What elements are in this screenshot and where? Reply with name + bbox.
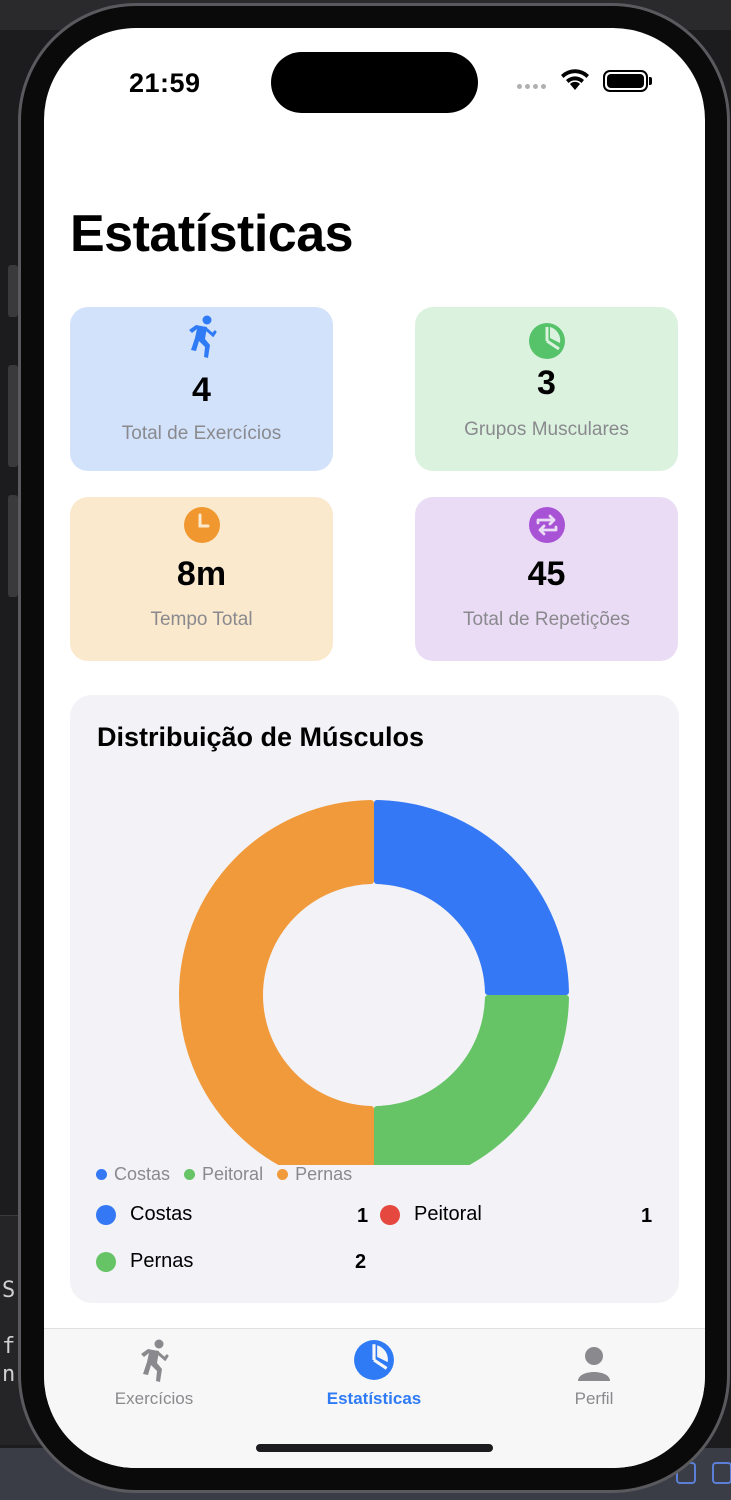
running-figure-icon — [141, 1339, 169, 1382]
cellular-signal-icon — [517, 84, 546, 89]
desktop-text: f — [2, 1334, 16, 1359]
stat-value: 4 — [192, 371, 211, 409]
legend-label: Pernas — [295, 1164, 353, 1184]
stat-card-total-reps: 45 Total de Repetições — [415, 497, 678, 661]
donut-slice-peitoral — [374, 995, 569, 1165]
dynamic-island — [271, 52, 478, 113]
donut-slice-costas — [374, 800, 569, 995]
stat-label: Grupos Musculares — [464, 419, 629, 440]
tab-estatisticas[interactable]: Estatísticas — [264, 1329, 484, 1429]
donut-slice-pernas — [178, 800, 374, 1165]
pie-chart-icon — [528, 323, 565, 359]
muscle-distribution-panel: Distribuição de Músculos Costas Peitoral… — [70, 695, 679, 1303]
breakdown-item-costas: Costas — [96, 1203, 192, 1226]
stat-label: Total de Repetições — [463, 609, 630, 630]
chart-legend: Costas Peitoral Pernas — [96, 1164, 366, 1185]
stat-value: 3 — [537, 364, 556, 402]
page-title: Estatísticas — [70, 205, 354, 263]
breakdown-count: 1 — [357, 1205, 369, 1227]
wifi-icon — [561, 69, 589, 90]
tab-label: Estatísticas — [326, 1389, 422, 1408]
home-indicator[interactable] — [256, 1444, 493, 1452]
legend-label: Costas — [114, 1164, 171, 1184]
battery-icon — [603, 70, 648, 92]
breakdown-item-peitoral: Peitoral — [380, 1203, 482, 1226]
phone-side-button — [8, 265, 18, 317]
breakdown-count: 2 — [355, 1251, 367, 1273]
legend-item-peitoral: Peitoral — [184, 1164, 263, 1185]
desktop-text: n — [2, 1362, 16, 1387]
pie-chart-icon — [354, 1340, 394, 1380]
stat-card-muscle-groups: 3 Grupos Musculares — [415, 307, 678, 471]
battery-tip — [649, 77, 652, 85]
legend-item-costas: Costas — [96, 1164, 170, 1185]
stat-label: Tempo Total — [150, 609, 253, 630]
tab-exercicios[interactable]: Exercícios — [44, 1329, 264, 1429]
person-icon — [578, 1347, 610, 1381]
stat-label: Total de Exercícios — [121, 423, 282, 444]
breakdown-dot — [96, 1204, 116, 1225]
legend-dot — [277, 1169, 289, 1180]
phone-side-button — [8, 495, 18, 597]
app-screen: 21:59 Estatísticas 4 Total de Exercícios — [44, 28, 705, 1468]
breakdown-count: 1 — [641, 1205, 653, 1227]
breakdown-item-pernas: Pernas — [96, 1250, 193, 1273]
breakdown-label: Pernas — [130, 1250, 194, 1272]
breakdown-label: Peitoral — [414, 1203, 482, 1225]
phone-side-button — [8, 365, 18, 467]
stat-card-total-exercises: 4 Total de Exercícios — [70, 307, 333, 471]
desktop-toggle-button[interactable] — [712, 1462, 731, 1484]
tab-label: Perfil — [574, 1389, 614, 1408]
legend-item-pernas: Pernas — [277, 1164, 352, 1185]
legend-label: Peitoral — [202, 1164, 264, 1184]
breakdown-label: Costas — [130, 1203, 193, 1225]
running-figure-icon — [188, 315, 216, 358]
tab-perfil[interactable]: Perfil — [484, 1329, 704, 1429]
desktop-text: S — [2, 1278, 16, 1303]
stat-card-total-time: 8m Tempo Total — [70, 497, 333, 661]
stat-value: 8m — [176, 555, 227, 593]
donut-chart — [178, 800, 569, 1165]
stat-value: 45 — [527, 555, 566, 593]
tab-label: Exercícios — [114, 1389, 194, 1408]
clock-icon — [183, 507, 220, 543]
status-time: 21:59 — [129, 68, 201, 98]
breakdown-dot — [380, 1204, 400, 1225]
breakdown-dot — [96, 1251, 116, 1272]
legend-dot — [184, 1169, 196, 1180]
repeat-icon — [528, 507, 565, 543]
legend-dot — [96, 1169, 107, 1180]
